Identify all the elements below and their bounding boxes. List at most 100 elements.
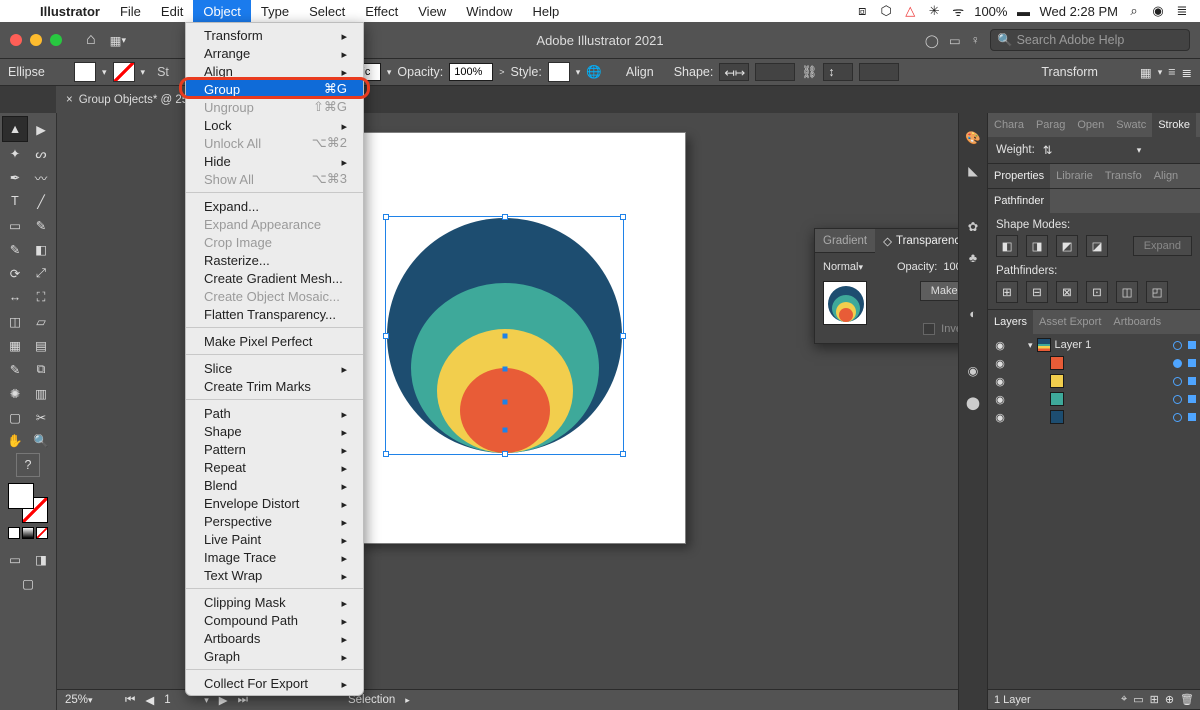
- menu-item-align[interactable]: Align: [186, 62, 363, 80]
- shape-height-value[interactable]: [859, 63, 899, 81]
- link-dims-icon[interactable]: ⛓: [801, 65, 817, 80]
- user-icon[interactable]: ◯: [925, 33, 939, 48]
- color-guide-icon[interactable]: ◣: [962, 159, 984, 181]
- color-panel-icon[interactable]: 🎨: [962, 127, 984, 149]
- menu-item-perspective[interactable]: Perspective: [186, 512, 363, 530]
- appearance-panel-icon[interactable]: ◉: [962, 359, 984, 381]
- menu-item-compound-path[interactable]: Compound Path: [186, 611, 363, 629]
- layer-item[interactable]: ◉: [992, 372, 1196, 390]
- tab-libraries[interactable]: Librarie: [1050, 164, 1099, 188]
- opacity-input[interactable]: 100%: [943, 261, 958, 273]
- locate-object-icon[interactable]: ⌖: [1121, 693, 1127, 706]
- shape-builder-tool[interactable]: ◫: [3, 309, 27, 333]
- home-icon[interactable]: ⌂: [86, 31, 96, 49]
- tab-paragraph[interactable]: Parag: [1030, 113, 1071, 137]
- make-mask-button[interactable]: Make Mask: [920, 281, 958, 301]
- menu-file[interactable]: File: [110, 0, 151, 22]
- recolor-icon[interactable]: 🌐: [586, 65, 602, 80]
- slice-tool[interactable]: ✂: [29, 405, 53, 429]
- blend-tool[interactable]: ⧉: [29, 357, 53, 381]
- merge-icon[interactable]: ⊠: [1056, 281, 1078, 303]
- menu-item-create-gradient-mesh[interactable]: Create Gradient Mesh...: [186, 269, 363, 287]
- layer-item[interactable]: ◉: [992, 408, 1196, 426]
- zoom-select[interactable]: 25%▾: [65, 694, 115, 706]
- maximize-window-icon[interactable]: [50, 34, 62, 46]
- menu-item-expand[interactable]: Expand...: [186, 197, 363, 215]
- edit-toolbar[interactable]: ?: [16, 453, 40, 477]
- unite-icon[interactable]: ◧: [996, 235, 1018, 257]
- scale-tool[interactable]: ⤢: [29, 261, 53, 285]
- menu-item-pattern[interactable]: Pattern: [186, 440, 363, 458]
- layer-item[interactable]: ◉: [992, 390, 1196, 408]
- make-clipping-mask-icon[interactable]: ▭: [1133, 693, 1143, 706]
- shape-width-value[interactable]: [755, 63, 795, 81]
- menu-item-flatten-transparency[interactable]: Flatten Transparency...: [186, 305, 363, 323]
- menu-item-rasterize[interactable]: Rasterize...: [186, 251, 363, 269]
- trim-icon[interactable]: ⊟: [1026, 281, 1048, 303]
- menu-item-artboards[interactable]: Artboards: [186, 629, 363, 647]
- isolate-icon[interactable]: ▦: [1140, 65, 1152, 80]
- menu-item-create-trim-marks[interactable]: Create Trim Marks: [186, 377, 363, 395]
- menu-edit[interactable]: Edit: [151, 0, 193, 22]
- menu-item-slice[interactable]: Slice: [186, 359, 363, 377]
- symbol-sprayer-tool[interactable]: ✺: [3, 381, 27, 405]
- symbols-panel-icon[interactable]: ♣: [962, 247, 984, 269]
- visibility-icon[interactable]: ◉: [992, 357, 1008, 370]
- menu-effect[interactable]: Effect: [355, 0, 408, 22]
- transform-label[interactable]: Transform: [1041, 65, 1098, 79]
- window-controls[interactable]: [0, 34, 72, 46]
- stroke-swatch[interactable]: [113, 62, 135, 82]
- align-artboard-icon[interactable]: ≡: [1168, 65, 1175, 79]
- menu-item-arrange[interactable]: Arrange: [186, 44, 363, 62]
- blend-mode-select[interactable]: Normal▾: [823, 261, 891, 273]
- exclude-icon[interactable]: ◪: [1086, 235, 1108, 257]
- pen-tool[interactable]: ✒: [3, 165, 27, 189]
- selection-tool[interactable]: ▲: [3, 117, 27, 141]
- screen-mode[interactable]: ▢: [16, 571, 40, 595]
- type-tool[interactable]: T: [3, 189, 27, 213]
- menu-item-lock[interactable]: Lock: [186, 116, 363, 134]
- mesh-tool[interactable]: ▦: [3, 333, 27, 357]
- menu-item-text-wrap[interactable]: Text Wrap: [186, 566, 363, 584]
- menu-type[interactable]: Type: [251, 0, 299, 22]
- fill-swatch[interactable]: [74, 62, 96, 82]
- menu-item-live-paint[interactable]: Live Paint: [186, 530, 363, 548]
- menu-item-envelope-distort[interactable]: Envelope Distort: [186, 494, 363, 512]
- spotlight-icon[interactable]: ⌕: [1126, 3, 1142, 19]
- menu-item-transform[interactable]: Transform: [186, 26, 363, 44]
- tab-pathfinder[interactable]: Pathfinder: [988, 189, 1050, 213]
- menu-item-repeat[interactable]: Repeat: [186, 458, 363, 476]
- alert-icon[interactable]: △: [902, 3, 918, 19]
- tab-character[interactable]: Chara: [988, 113, 1030, 137]
- layer-item[interactable]: ◉: [992, 354, 1196, 372]
- draw-mode-normal[interactable]: ▭: [3, 547, 27, 571]
- visibility-icon[interactable]: ◉: [992, 411, 1008, 424]
- magic-wand-tool[interactable]: ✦: [3, 141, 27, 165]
- shape-width[interactable]: ↤↦: [719, 63, 749, 81]
- brushes-panel-icon[interactable]: ✿: [962, 215, 984, 237]
- perspective-tool[interactable]: ▱: [29, 309, 53, 333]
- menu-item-path[interactable]: Path: [186, 404, 363, 422]
- direct-selection-tool[interactable]: ▶: [29, 117, 53, 141]
- wifi-icon[interactable]: ✳︎: [926, 3, 942, 19]
- apple-menu[interactable]: [10, 0, 30, 22]
- tab-align[interactable]: Align: [1148, 164, 1184, 188]
- lasso-tool[interactable]: ᔕ: [29, 141, 53, 165]
- search-help-input[interactable]: 🔍 Search Adobe Help: [990, 29, 1190, 51]
- menu-object[interactable]: Object: [193, 0, 251, 22]
- eyedropper-tool[interactable]: ✎: [3, 357, 27, 381]
- visibility-icon[interactable]: ◉: [992, 339, 1008, 352]
- minus-front-icon[interactable]: ◨: [1026, 235, 1048, 257]
- hand-tool[interactable]: ✋: [3, 429, 27, 453]
- transparency-tab[interactable]: ◇Transparency: [875, 229, 958, 253]
- wifi-signal-icon[interactable]: ᯤ: [950, 3, 966, 19]
- menu-item-graph[interactable]: Graph: [186, 647, 363, 665]
- layout-icon[interactable]: ▦: [110, 33, 122, 48]
- menu-item-make-pixel-perfect[interactable]: Make Pixel Perfect: [186, 332, 363, 350]
- tab-properties[interactable]: Properties: [988, 164, 1050, 188]
- control-center-icon[interactable]: ≣: [1174, 3, 1190, 19]
- width-tool[interactable]: ↔: [3, 285, 27, 309]
- outline-icon[interactable]: ◫: [1116, 281, 1138, 303]
- minimize-window-icon[interactable]: [30, 34, 42, 46]
- fill-stroke-swatch[interactable]: [8, 483, 48, 523]
